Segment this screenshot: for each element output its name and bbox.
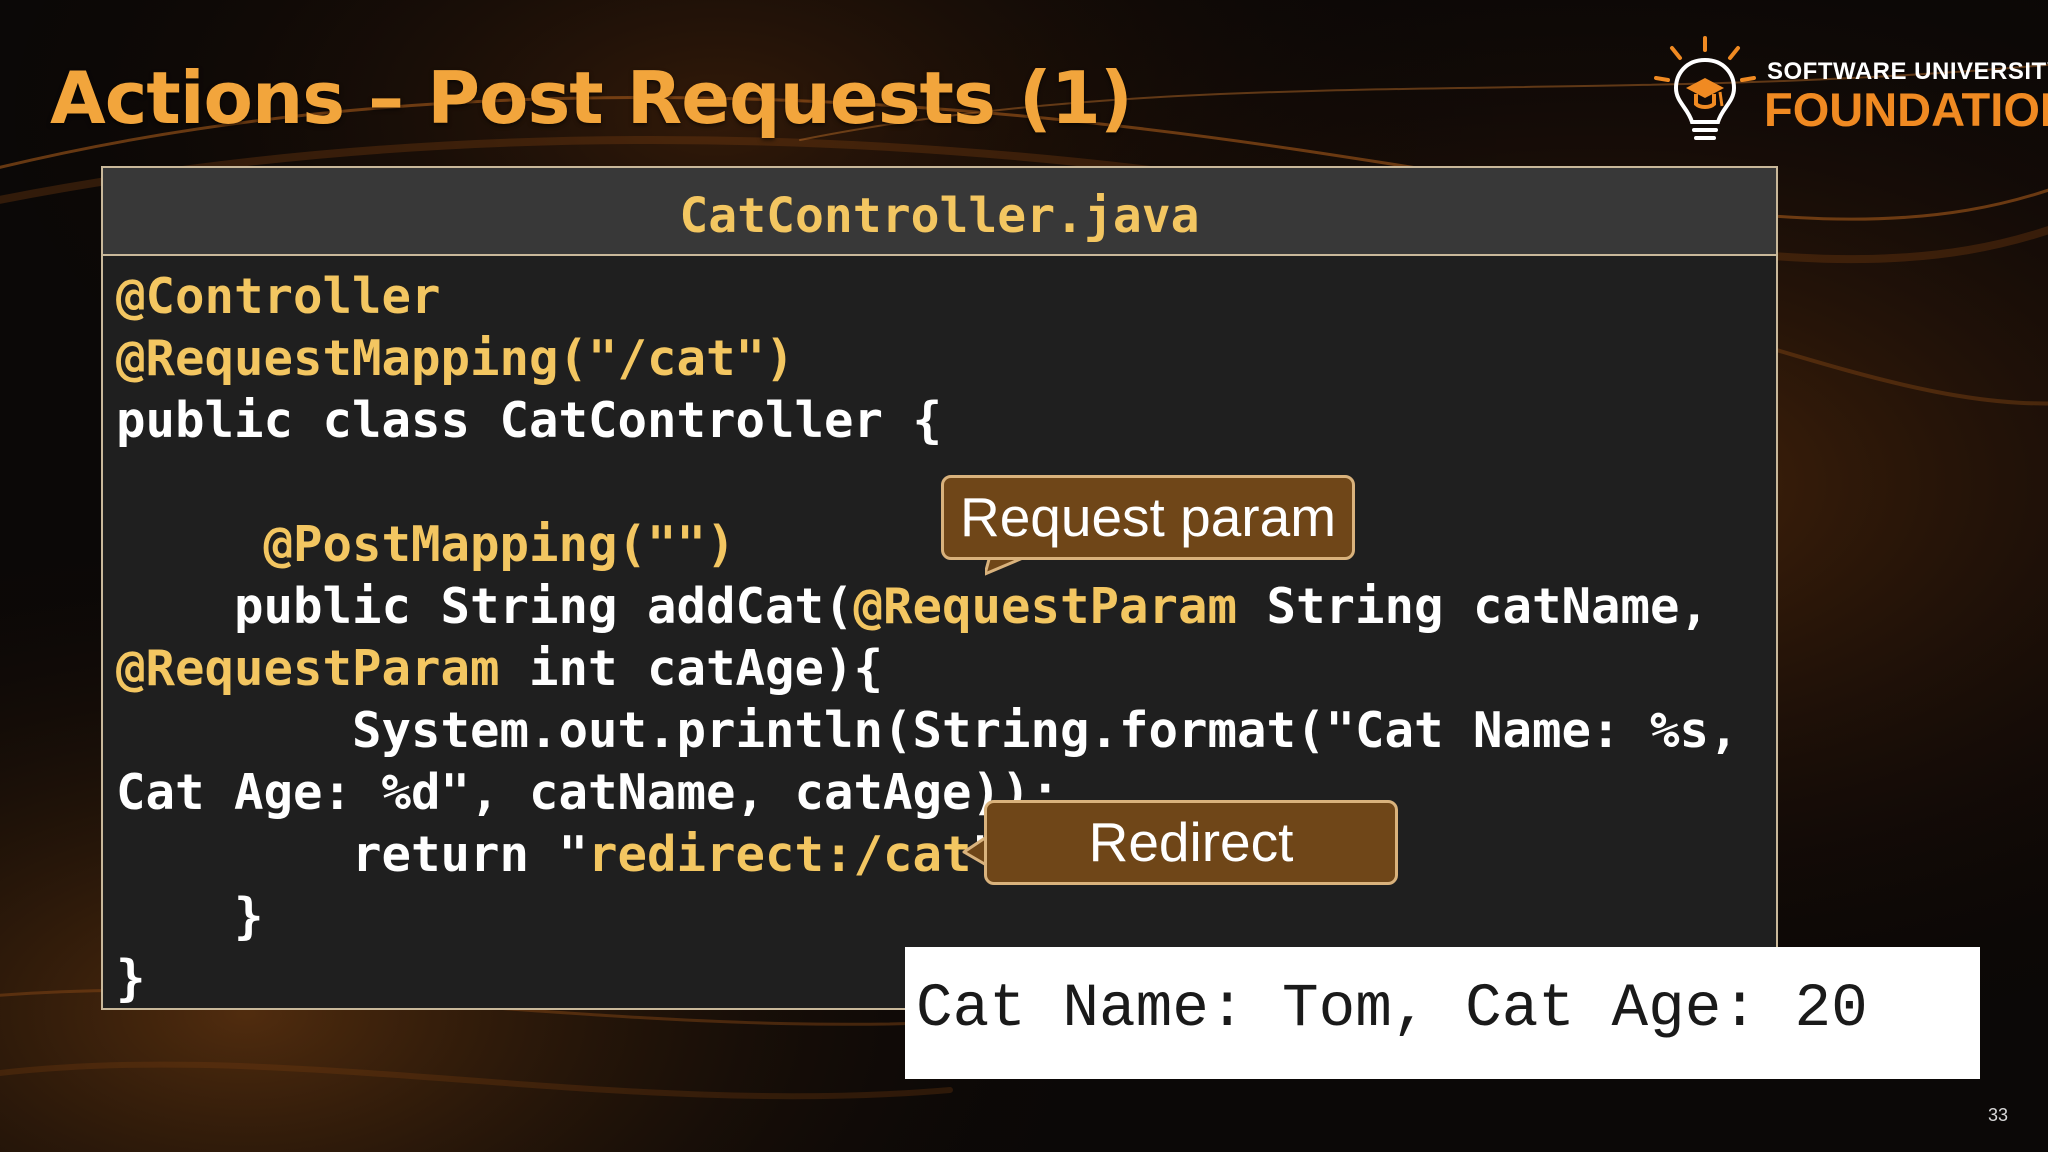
code-line: @RequestMapping("/cat") [116,328,1739,390]
softuni-logo: SOFTWARE UNIVERSITY FOUNDATION [1650,34,2048,164]
code-line: Cat Age: %d", catName, catAge)); [116,762,1739,824]
code-text: public String addCat( [116,578,854,635]
code-text: System.out.println(String.format("Cat Na… [116,702,1739,759]
code-annotation: @Controller [116,268,441,325]
logo-bottom-text: FOUNDATION [1764,83,2048,136]
code-annotation: @RequestParam [853,578,1238,635]
code-line: public class CatController { [116,390,1739,452]
code-block: @Controller @RequestMapping("/cat") public… [116,266,1739,1010]
code-text: public class CatController { [116,392,943,449]
code-line: return "redirect:/cat"; [116,824,1739,886]
console-output-text: Cat Name: Tom, Cat Age: 20 [916,975,1868,1044]
code-line: } [116,886,1739,948]
code-annotation: @RequestParam [116,640,500,697]
page-number: 33 [1987,1105,2008,1125]
code-line: System.out.println(String.format("Cat Na… [116,700,1739,762]
lightbulb-icon [1654,36,1756,140]
code-annotation: @RequestMapping("/cat") [116,330,795,387]
code-text: return " [116,826,589,883]
code-line: @RequestParam int catAge){ [116,638,1739,700]
code-panel-header: CatController.java [103,168,1776,256]
code-filename: CatController.java [679,188,1200,244]
code-text: int catAge){ [499,640,884,697]
code-string: redirect:/cat [588,826,972,883]
code-line: public String addCat(@RequestParam Strin… [116,576,1739,638]
code-annotation: @PostMapping("") [116,516,736,573]
console-output: Cat Name: Tom, Cat Age: 20 [905,947,1980,1079]
code-text: } [116,888,264,945]
code-text: Cat Age: %d", catName, catAge)); [116,764,1061,821]
callout-redirect: Redirect [984,800,1398,885]
callout-request-param: Request param [941,475,1355,560]
slide-title: Actions – Post Requests (1) [50,56,1133,140]
code-text: } [116,950,146,1007]
code-line: @PostMapping("") [116,514,1739,576]
code-line: @Controller [116,266,1739,328]
code-text: String catName, [1237,578,1710,635]
